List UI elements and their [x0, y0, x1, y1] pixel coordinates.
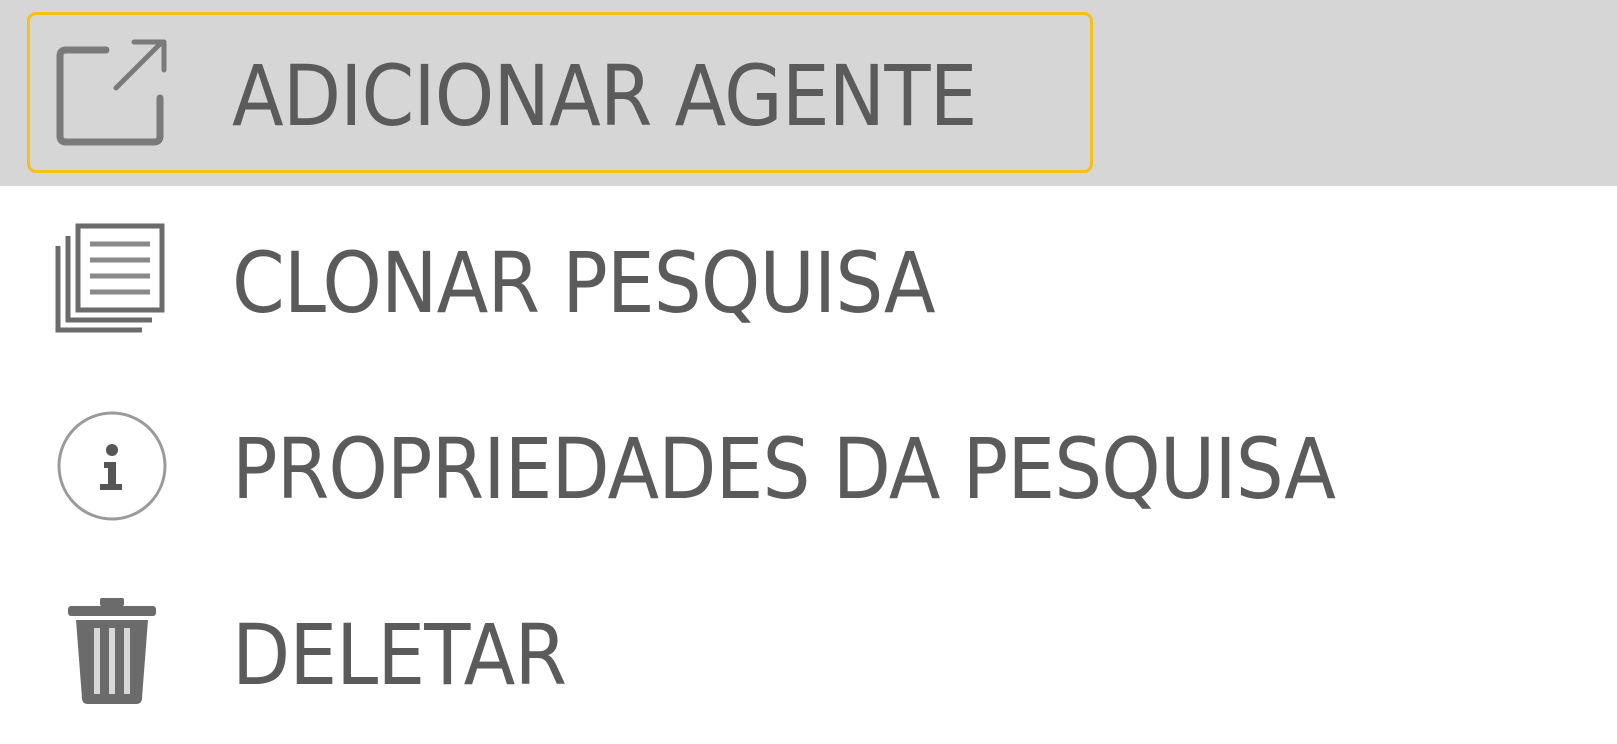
context-menu: ADICIONAR AGENTE CLONAR PESQUISA PROPRIE…	[0, 0, 1617, 742]
menu-item-label: ADICIONAR AGENTE	[232, 47, 977, 145]
info-icon	[54, 408, 170, 524]
menu-item-delete[interactable]: DELETAR	[0, 558, 1617, 744]
menu-item-label: DELETAR	[232, 606, 567, 704]
menu-item-label: PROPRIEDADES DA PESQUISA	[232, 420, 1336, 518]
trash-icon	[54, 594, 170, 710]
clone-icon	[54, 222, 170, 338]
menu-item-label: CLONAR PESQUISA	[232, 234, 936, 332]
menu-item-clone-survey[interactable]: CLONAR PESQUISA	[0, 186, 1617, 372]
menu-item-add-agent[interactable]: ADICIONAR AGENTE	[0, 0, 1617, 186]
menu-item-survey-properties[interactable]: PROPRIEDADES DA PESQUISA	[0, 372, 1617, 558]
external-link-icon	[54, 36, 170, 152]
